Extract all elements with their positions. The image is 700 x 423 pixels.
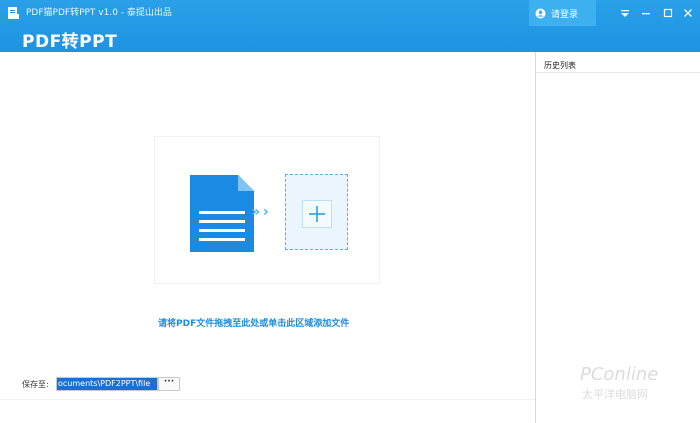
page-title: PDF转PPT bbox=[22, 32, 118, 52]
history-divider bbox=[536, 72, 700, 73]
menu-button[interactable] bbox=[616, 4, 634, 22]
title-bar[interactable]: PDF猫PDF转PPT v1.0 - 泰提山出品 请登录 bbox=[0, 0, 700, 26]
history-title: 历史列表 bbox=[544, 61, 576, 70]
menu-icon bbox=[621, 10, 629, 17]
add-file-box[interactable] bbox=[285, 174, 348, 250]
close-button[interactable] bbox=[679, 4, 697, 22]
arrow-icon: » › bbox=[251, 204, 269, 220]
close-icon bbox=[684, 9, 692, 17]
watermark-sub: 太平洋电脑网 bbox=[582, 387, 648, 401]
minimize-icon bbox=[642, 13, 650, 15]
save-to-label: 保存至: bbox=[22, 380, 49, 389]
watermark-brand: PConline bbox=[580, 364, 658, 385]
save-path-value: ocuments\PDF2PPT\file bbox=[57, 378, 157, 390]
divider bbox=[0, 399, 536, 400]
login-label: 请登录 bbox=[551, 9, 579, 20]
main-area: » › 请将PDF文件拖拽至此处或单击此区域添加文件 bbox=[0, 52, 536, 423]
user-icon bbox=[535, 8, 546, 18]
pconline-watermark: PConline 太平洋电脑网 bbox=[580, 364, 658, 401]
drop-hint-text[interactable]: 请将PDF文件拖拽至此处或单击此区域添加文件 bbox=[158, 316, 388, 329]
app-header: PDF猫PDF转PPT v1.0 - 泰提山出品 请登录 PDF转PPT bbox=[0, 0, 700, 52]
app-logo-icon bbox=[8, 7, 19, 19]
plus-icon bbox=[309, 206, 325, 222]
browse-button[interactable]: ··· bbox=[158, 377, 180, 391]
maximize-button[interactable] bbox=[659, 4, 677, 22]
document-icon bbox=[190, 175, 254, 252]
file-drop-zone[interactable]: » › bbox=[154, 136, 380, 284]
minimize-button[interactable] bbox=[637, 4, 655, 22]
save-path-input[interactable]: ocuments\PDF2PPT\file bbox=[56, 377, 158, 391]
login-button[interactable]: 请登录 bbox=[529, 0, 596, 26]
window-title: PDF猫PDF转PPT v1.0 - 泰提山出品 bbox=[26, 8, 172, 18]
add-file-button[interactable] bbox=[302, 200, 332, 228]
maximize-icon bbox=[663, 8, 673, 18]
